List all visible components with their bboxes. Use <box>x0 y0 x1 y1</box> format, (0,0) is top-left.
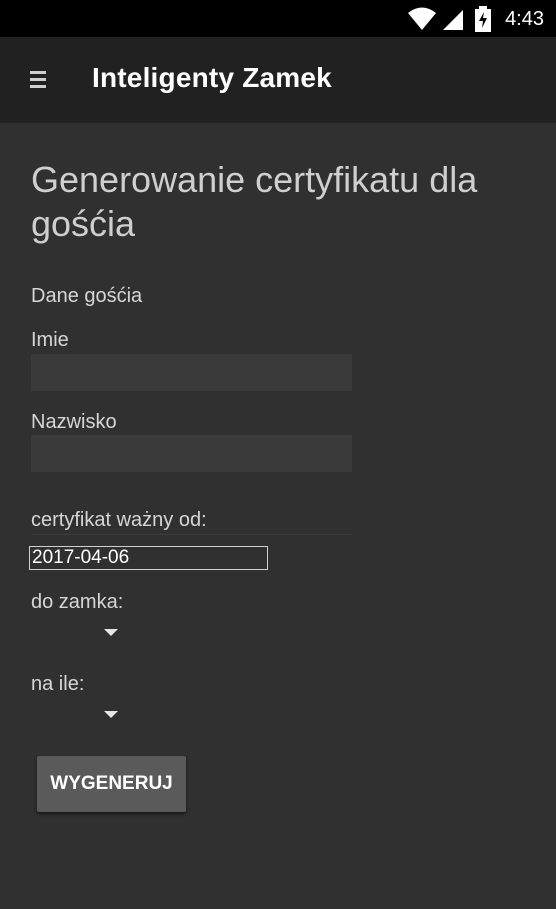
divider <box>31 534 352 535</box>
first-name-field[interactable] <box>31 354 352 391</box>
status-icons: 4:43 <box>407 5 544 33</box>
guest-data-label: Dane gośćia <box>31 285 143 307</box>
dropdown-arrow-icon <box>104 629 118 636</box>
cell-signal-icon <box>443 10 464 30</box>
dropdown-arrow-icon <box>104 711 118 718</box>
status-bar: 4:43 <box>0 0 556 37</box>
wifi-icon <box>408 7 437 30</box>
duration-label: na ile: <box>31 673 85 695</box>
main-content: Generowanie certyfikatu dla gośćia Dane … <box>0 123 556 909</box>
lock-dropdown[interactable] <box>31 619 131 647</box>
generate-button[interactable]: WYGENERUJ <box>37 756 186 812</box>
app-bar: Inteligenty Zamek <box>0 37 556 123</box>
lock-label: do zamka: <box>31 591 124 613</box>
valid-from-date-field[interactable]: 2017-04-06 <box>29 546 268 570</box>
hamburger-menu-icon[interactable] <box>22 65 52 95</box>
app-title: Inteligenty Zamek <box>92 62 332 93</box>
duration-dropdown[interactable] <box>31 701 131 729</box>
status-time: 4:43 <box>505 7 544 30</box>
valid-from-label: certyfikat ważny od: <box>31 509 207 531</box>
battery-charging-icon <box>475 6 492 32</box>
last-name-label: Nazwisko <box>31 411 117 433</box>
page-title: Generowanie certyfikatu dla gośćia <box>31 159 478 244</box>
first-name-label: Imie <box>31 329 69 351</box>
last-name-field[interactable] <box>31 435 352 472</box>
